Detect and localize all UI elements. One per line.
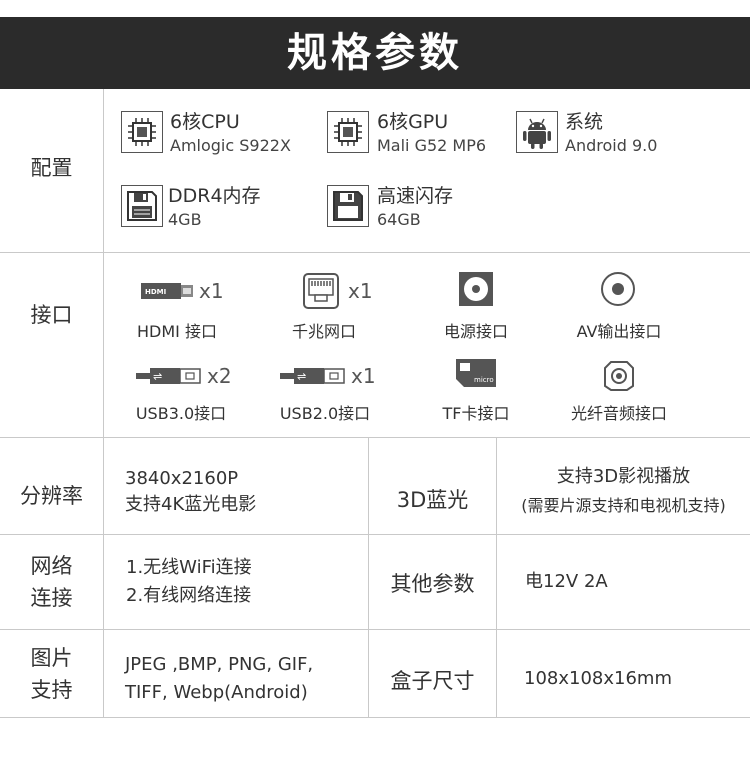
images-line1: JPEG ,BMP, PNG, GIF, (125, 654, 314, 675)
gpu-title: 6核GPU (377, 111, 449, 133)
network-line2: 2.有线网络连接 (126, 585, 252, 606)
av-label: AV输出接口 (576, 322, 662, 341)
gpu-icon (327, 111, 369, 153)
android-icon (516, 111, 558, 153)
optical-icon (603, 360, 635, 392)
divider (0, 437, 750, 438)
ethernet-label: 千兆网口 (291, 322, 356, 341)
divider (0, 629, 750, 630)
optical-label: 光纤音频接口 (570, 404, 667, 423)
bluray-label: 3D蓝光 (396, 488, 469, 512)
box-label: 盒子尺寸 (390, 669, 475, 693)
storage-title: 高速闪存 (377, 185, 454, 207)
bluray-line1: 支持3D影视播放 (556, 466, 691, 487)
config-label: 配置 (30, 156, 73, 180)
images-label-line1: 图片 (30, 646, 73, 670)
bluray-line2: (需要片源支持和电视机支持) (521, 496, 726, 515)
system-value: Android 9.0 (565, 136, 658, 155)
network-label-line1: 网络 (30, 554, 73, 578)
page-title: 规格参数 (0, 17, 750, 89)
hdmi-icon: HDMI (139, 279, 195, 303)
ram-icon (121, 185, 163, 227)
usb2-label: USB2.0接口 (279, 404, 371, 423)
svg-text:HDMI: HDMI (145, 288, 166, 296)
other-label: 其他参数 (390, 572, 475, 596)
cpu-value: Amlogic S922X (170, 136, 291, 155)
power-icon (458, 271, 494, 307)
usb2-icon: ⇌ (278, 364, 348, 388)
usb3-icon: ⇌ (134, 364, 204, 388)
hdmi-label: HDMI 接口 (137, 322, 217, 341)
network-label-line2: 连接 (30, 586, 73, 610)
svg-text:⇌: ⇌ (153, 370, 162, 383)
divider (103, 89, 104, 717)
tf-card-icon: micro (454, 357, 498, 389)
cpu-icon (121, 111, 163, 153)
storage-value: 64GB (377, 210, 421, 229)
ram-title: DDR4内存 (168, 185, 261, 207)
svg-text:micro: micro (474, 376, 494, 384)
cpu-title: 6核CPU (170, 111, 240, 133)
divider (0, 252, 750, 253)
resolution-line1: 3840x2160P (125, 468, 239, 489)
resolution-line2: 支持4K蓝光电影 (125, 494, 257, 515)
usb3-count: x2 (207, 364, 232, 388)
tf-card-label: TF卡接口 (442, 404, 510, 423)
resolution-label: 分辨率 (20, 484, 83, 508)
av-icon (600, 271, 636, 307)
gpu-value: Mali G52 MP6 (377, 136, 487, 155)
images-line2: TIFF, Webp(Android) (125, 682, 308, 703)
divider (0, 534, 750, 535)
system-title: 系统 (565, 111, 604, 133)
power-label: 电源接口 (443, 322, 508, 341)
hdmi-count: x1 (199, 279, 224, 303)
box-value: 108x108x16mm (524, 668, 672, 689)
divider (0, 717, 750, 718)
images-label-line2: 支持 (30, 678, 73, 702)
ethernet-icon (303, 273, 339, 309)
usb3-label: USB3.0接口 (135, 404, 227, 423)
ram-value: 4GB (168, 210, 202, 229)
ethernet-count: x1 (348, 279, 373, 303)
other-value: 电12V 2A (525, 571, 608, 592)
usb2-count: x1 (351, 364, 376, 388)
svg-text:⇌: ⇌ (297, 370, 306, 383)
network-line1: 1.无线WiFi连接 (126, 557, 252, 578)
ports-label: 接口 (30, 303, 73, 327)
storage-icon (327, 185, 369, 227)
